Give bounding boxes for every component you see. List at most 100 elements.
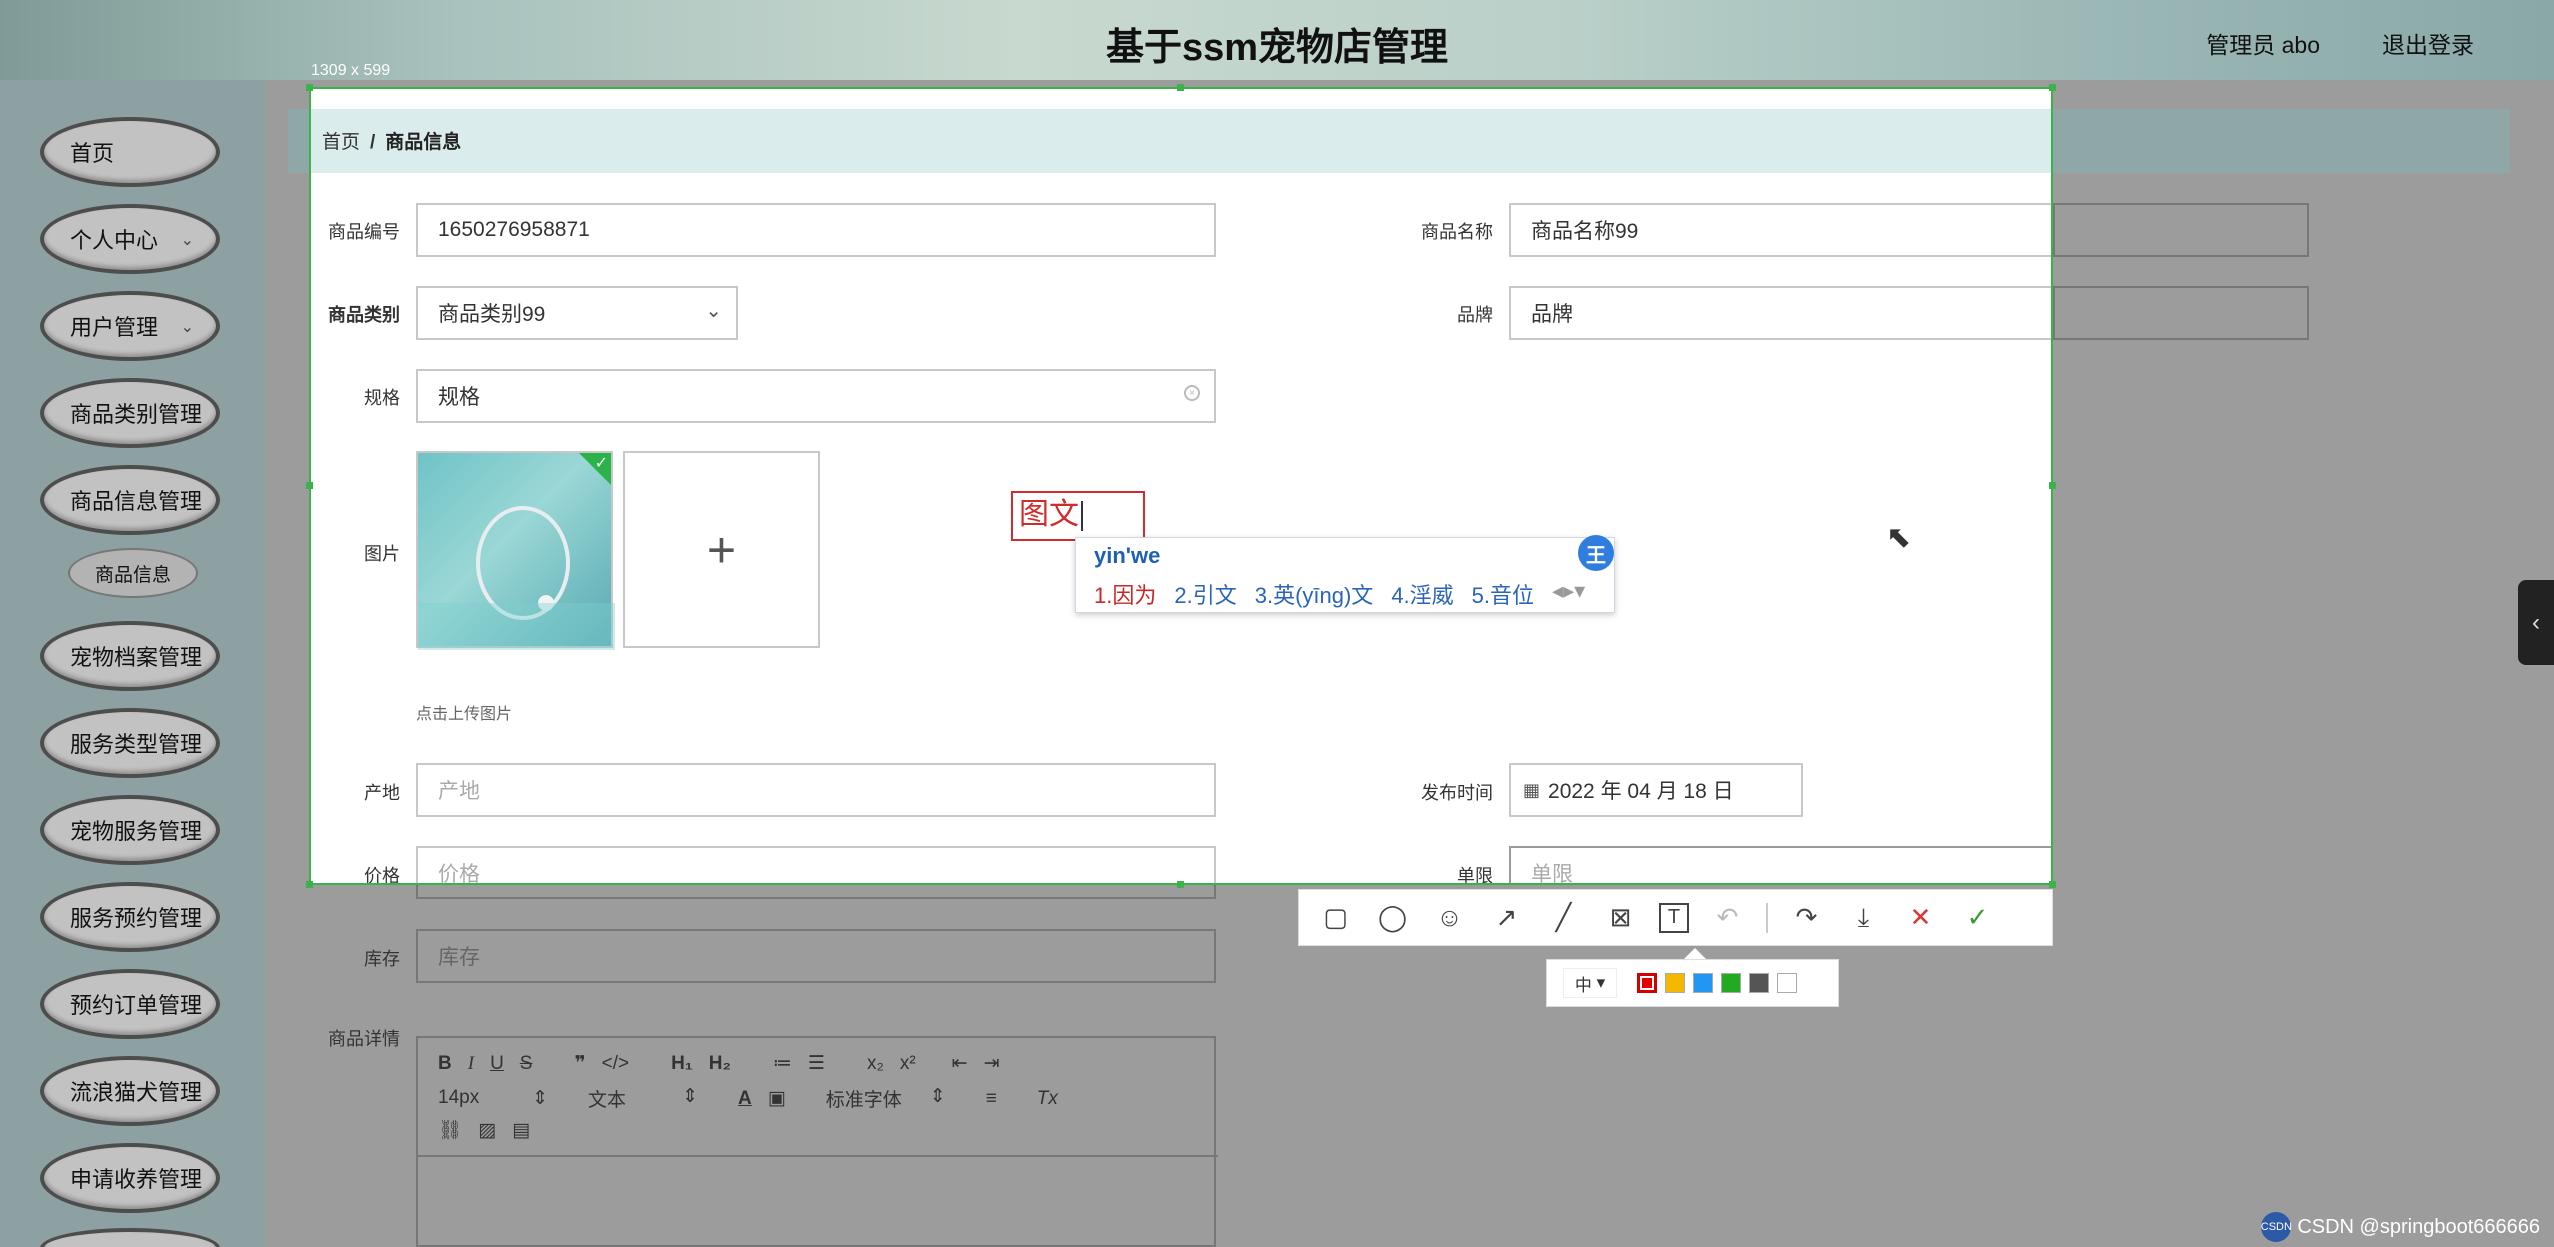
- logout-link[interactable]: 退出登录: [2382, 26, 2474, 60]
- bold-icon[interactable]: B: [438, 1053, 452, 1075]
- check-icon: ✓: [594, 455, 608, 472]
- sidebar-item-personal-center[interactable]: 个人中心 ⌄: [40, 204, 220, 274]
- ime-candidate-4[interactable]: 4.淫威: [1391, 578, 1453, 610]
- close-icon[interactable]: ✕: [1902, 899, 1939, 936]
- editor-toolbar-row-2: 14px ⇕ 文本 ⇕ A ▣ 标准字体 ⇕ ≡ Tx: [438, 1085, 1058, 1112]
- resize-handle[interactable]: [2049, 482, 2056, 489]
- undo-icon[interactable]: ↶: [1709, 899, 1746, 936]
- color-swatch-yellow[interactable]: [1665, 973, 1685, 993]
- product-image-thumbnail[interactable]: ✓: [416, 451, 615, 650]
- current-user[interactable]: 管理员 abo: [2206, 26, 2320, 60]
- line-tool-icon[interactable]: ╱: [1545, 899, 1582, 936]
- background-color-icon[interactable]: ▣: [768, 1087, 786, 1110]
- sidebar-item-home[interactable]: 首页: [40, 117, 220, 187]
- ellipse-tool-icon[interactable]: ◯: [1374, 899, 1411, 936]
- image-icon[interactable]: ▨: [478, 1119, 496, 1142]
- upload-image-button[interactable]: +: [623, 451, 820, 648]
- sidebar-item-pet-records[interactable]: 宠物档案管理: [40, 621, 220, 691]
- spec-field[interactable]: 规格 ×: [416, 369, 1216, 423]
- editor-style-select[interactable]: 文本 ⇕: [588, 1085, 698, 1112]
- sidebar-item-service-types[interactable]: 服务类型管理: [40, 708, 220, 778]
- mosaic-tool-icon[interactable]: ⊠: [1602, 899, 1639, 936]
- resize-handle[interactable]: [306, 482, 313, 489]
- product-name-field[interactable]: 商品名称99: [1509, 203, 2053, 257]
- link-icon[interactable]: ⛓: [438, 1118, 462, 1142]
- resize-handle[interactable]: [306, 881, 313, 888]
- h2-icon[interactable]: H₂: [709, 1053, 731, 1075]
- resize-handle[interactable]: [306, 84, 313, 91]
- superscript-icon[interactable]: x²: [900, 1053, 916, 1075]
- clear-icon[interactable]: ×: [1184, 385, 1200, 401]
- confirm-icon[interactable]: ✓: [1959, 899, 1996, 936]
- sidebar-item-adoption-requests[interactable]: 申请收养管理: [40, 1143, 220, 1213]
- editor-font-size-select[interactable]: 14px ⇕: [438, 1087, 548, 1110]
- clear-format-icon[interactable]: Tx: [1037, 1088, 1058, 1110]
- arrow-tool-icon[interactable]: ↗: [1488, 899, 1525, 936]
- ime-page-arrows-icon[interactable]: ◂▸▾: [1552, 578, 1585, 610]
- indent-icon[interactable]: ⇥: [984, 1052, 1000, 1075]
- toolbar-divider: [1766, 902, 1768, 933]
- sidebar-item-label: 用户管理: [70, 315, 159, 340]
- color-swatch-white[interactable]: [1777, 973, 1797, 993]
- ime-candidate-2[interactable]: 2.引文: [1174, 578, 1236, 610]
- origin-field[interactable]: 产地: [416, 763, 1216, 817]
- rectangle-tool-icon[interactable]: ▢: [1317, 899, 1354, 936]
- bullet-list-icon[interactable]: ☰: [808, 1052, 825, 1075]
- italic-icon[interactable]: I: [468, 1053, 474, 1075]
- color-swatch-gray[interactable]: [1749, 973, 1769, 993]
- sidebar-item-stray-animals[interactable]: 流浪猫犬管理: [40, 1056, 220, 1126]
- video-icon[interactable]: ▤: [512, 1119, 530, 1142]
- sidebar-item-booking-orders[interactable]: 预约订单管理: [40, 969, 220, 1039]
- resize-handle[interactable]: [2049, 84, 2056, 91]
- editor-font-family-value: 标准字体: [825, 1090, 902, 1111]
- ime-candidate-window[interactable]: yin'we 王 1.因为 2.引文 3.英(yīng)文 4.淫威 5.音位 …: [1075, 535, 1615, 613]
- strike-icon[interactable]: S: [520, 1053, 533, 1075]
- calendar-icon: ▦: [1523, 779, 1541, 800]
- sidebar-item-user-management[interactable]: 用户管理 ⌄: [40, 291, 220, 361]
- sidebar-item-pet-services[interactable]: 宠物服务管理: [40, 795, 220, 865]
- text-tool-icon[interactable]: T: [1659, 902, 1689, 933]
- sidebar-item-label: 首页: [70, 141, 115, 166]
- brand-field[interactable]: 品牌: [1509, 286, 2053, 340]
- annotation-text-box[interactable]: 图文: [1011, 491, 1145, 541]
- quote-icon[interactable]: ❞: [574, 1052, 585, 1075]
- sidebar-item-category-management[interactable]: 商品类别管理: [40, 378, 220, 448]
- price-field[interactable]: 价格: [416, 846, 1216, 886]
- editor-font-size-value: 14px: [438, 1087, 480, 1108]
- stock-field[interactable]: 库存: [416, 929, 1216, 983]
- align-icon[interactable]: ≡: [986, 1088, 997, 1110]
- share-icon[interactable]: ↷: [1788, 899, 1825, 936]
- sidebar-item-service-booking[interactable]: 服务预约管理: [40, 882, 220, 952]
- color-swatch-red[interactable]: [1637, 973, 1657, 993]
- color-picker: 中 ▾: [1546, 959, 1839, 1007]
- product-no-field[interactable]: 1650276958871: [416, 203, 1216, 257]
- outdent-icon[interactable]: ⇤: [952, 1052, 968, 1075]
- emoji-tool-icon[interactable]: ☺: [1431, 899, 1468, 936]
- ime-candidate-5[interactable]: 5.音位: [1472, 578, 1534, 610]
- chevron-left-icon: ‹: [2532, 608, 2540, 636]
- ordered-list-icon[interactable]: ≔: [773, 1052, 792, 1075]
- breadcrumb-current: 商品信息: [385, 132, 462, 153]
- rich-text-editor[interactable]: B I U S ❞ </> H₁ H₂ ≔ ☰ x₂ x² ⇤ ⇥ 14px ⇕…: [416, 1036, 1218, 1247]
- sidebar-subitem-product-info[interactable]: 商品信息: [68, 548, 198, 598]
- ime-candidate-1[interactable]: 1.因为: [1094, 578, 1156, 610]
- publish-time-field[interactable]: ▦ 2022 年 04 月 18 日: [1509, 763, 1803, 817]
- ime-candidate-3[interactable]: 3.英(yīng)文: [1255, 578, 1374, 610]
- download-icon[interactable]: ⤓: [1845, 899, 1882, 936]
- code-icon[interactable]: </>: [602, 1053, 629, 1075]
- resize-handle[interactable]: [1177, 84, 1184, 91]
- color-swatch-blue[interactable]: [1693, 973, 1713, 993]
- underline-icon[interactable]: U: [490, 1053, 504, 1075]
- subscript-icon[interactable]: x₂: [867, 1053, 884, 1075]
- h1-icon[interactable]: H₁: [671, 1053, 693, 1075]
- resize-handle[interactable]: [1177, 881, 1184, 888]
- editor-font-family-select[interactable]: 标准字体 ⇕: [826, 1085, 946, 1112]
- sidebar-item-product-management[interactable]: 商品信息管理: [40, 465, 220, 535]
- font-color-icon[interactable]: A: [738, 1088, 752, 1110]
- collapse-panel-tab[interactable]: ‹: [2518, 580, 2554, 665]
- color-swatch-green[interactable]: [1721, 973, 1741, 993]
- category-select[interactable]: 商品类别99 ⌄: [416, 286, 738, 340]
- resize-handle[interactable]: [2049, 881, 2056, 888]
- breadcrumb-home[interactable]: 首页: [322, 132, 360, 153]
- font-size-select[interactable]: 中 ▾: [1563, 968, 1617, 998]
